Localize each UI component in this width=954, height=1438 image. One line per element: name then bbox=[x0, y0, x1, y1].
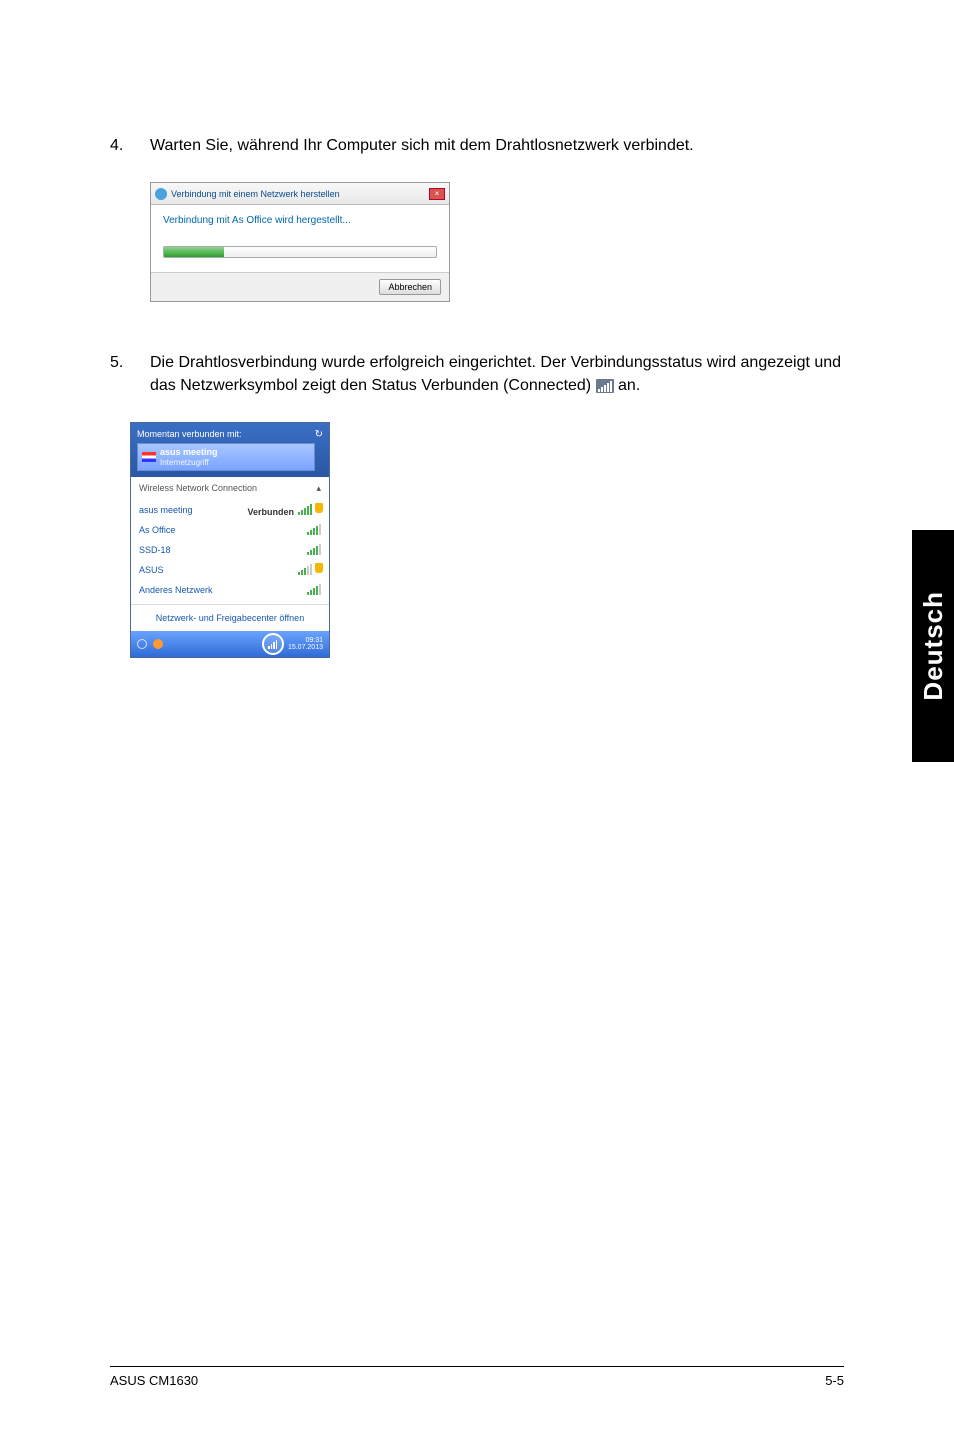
network-item-name: Anderes Netzwerk bbox=[139, 585, 213, 595]
tray-network-icon[interactable] bbox=[262, 633, 284, 655]
progress-fill bbox=[164, 247, 224, 257]
chevron-up-icon: ▴ bbox=[316, 483, 321, 494]
step-5-text-before: Die Drahtlosverbindung wurde erfolgreich… bbox=[150, 354, 841, 393]
flyout-header: Momentan verbunden mit: asus meeting Int… bbox=[131, 423, 329, 477]
signal-connected-icon bbox=[596, 379, 614, 393]
ie-icon[interactable] bbox=[137, 639, 147, 649]
dialog-body: Verbindung mit As Office wird hergestell… bbox=[151, 205, 449, 272]
step-5-text: Die Drahtlosverbindung wurde erfolgreich… bbox=[150, 352, 844, 397]
window-buttons: × bbox=[429, 188, 445, 200]
footer-right: 5-5 bbox=[825, 1373, 844, 1388]
network-item[interactable]: asus meeting Verbunden bbox=[139, 500, 321, 520]
flyout-header-title: Momentan verbunden mit: bbox=[137, 429, 315, 439]
network-item[interactable]: Anderes Netzwerk bbox=[139, 580, 321, 600]
dialog-message: Verbindung mit As Office wird hergestell… bbox=[163, 215, 437, 226]
refresh-icon[interactable]: ↻ bbox=[315, 429, 323, 440]
network-section-heading[interactable]: Wireless Network Connection ▴ bbox=[139, 483, 321, 494]
network-item-name: ASUS bbox=[139, 565, 164, 575]
network-item-name: asus meeting bbox=[139, 505, 193, 515]
progress-bar bbox=[163, 246, 437, 258]
network-item[interactable]: As Office bbox=[139, 520, 321, 540]
current-network-name: asus meeting bbox=[160, 447, 218, 457]
signal-icon bbox=[307, 523, 321, 535]
step-4: 4. Warten Sie, während Ihr Computer sich… bbox=[110, 135, 844, 157]
signal-icon bbox=[307, 583, 321, 595]
network-flyout: Momentan verbunden mit: asus meeting Int… bbox=[130, 422, 330, 658]
network-category-icon bbox=[142, 452, 156, 462]
language-tab: Deutsch bbox=[912, 530, 954, 762]
network-item-name: SSD-18 bbox=[139, 545, 171, 555]
clock-time: 09:31 bbox=[288, 637, 323, 644]
language-label: Deutsch bbox=[918, 591, 949, 701]
dialog-title: Verbindung mit einem Netzwerk herstellen bbox=[171, 189, 340, 199]
page-footer: ASUS CM1630 5-5 bbox=[110, 1366, 844, 1388]
globe-icon bbox=[155, 188, 167, 200]
signal-icon bbox=[298, 563, 321, 575]
footer-left: ASUS CM1630 bbox=[110, 1373, 198, 1388]
cancel-button[interactable]: Abbrechen bbox=[379, 279, 441, 295]
signal-icon bbox=[298, 503, 321, 515]
current-network-sub: Internetzugriff bbox=[160, 458, 218, 467]
clock-date: 15.07.2013 bbox=[288, 644, 323, 651]
current-connection: asus meeting Internetzugriff bbox=[137, 443, 315, 471]
signal-icon bbox=[307, 543, 321, 555]
network-list: asus meeting Verbunden As Office SSD-18 ASUS… bbox=[139, 500, 321, 600]
close-icon[interactable]: × bbox=[429, 188, 445, 200]
step-4-number: 4. bbox=[110, 135, 150, 157]
dialog-titlebar: Verbindung mit einem Netzwerk herstellen… bbox=[151, 183, 449, 205]
shield-icon bbox=[315, 563, 323, 573]
network-item-name: As Office bbox=[139, 525, 175, 535]
step-5: 5. Die Drahtlosverbindung wurde erfolgre… bbox=[110, 352, 844, 397]
network-section-title: Wireless Network Connection bbox=[139, 483, 257, 494]
step-4-text: Warten Sie, während Ihr Computer sich mi… bbox=[150, 135, 844, 157]
shield-icon bbox=[315, 503, 323, 513]
taskbar-clock: 09:31 15.07.2013 bbox=[288, 637, 323, 651]
network-item-state: Verbunden bbox=[247, 507, 294, 517]
network-item[interactable]: ASUS bbox=[139, 560, 321, 580]
network-item[interactable]: SSD-18 bbox=[139, 540, 321, 560]
firefox-icon[interactable] bbox=[153, 639, 163, 649]
page: 4. Warten Sie, während Ihr Computer sich… bbox=[0, 0, 954, 1438]
connection-progress-dialog: Verbindung mit einem Netzwerk herstellen… bbox=[150, 182, 450, 302]
dialog-footer: Abbrechen bbox=[151, 272, 449, 301]
step-5-text-after: an. bbox=[614, 377, 641, 394]
flyout-body: Wireless Network Connection ▴ asus meeti… bbox=[131, 477, 329, 604]
open-network-center-link[interactable]: Netzwerk- und Freigabecenter öffnen bbox=[131, 604, 329, 631]
step-5-number: 5. bbox=[110, 352, 150, 397]
taskbar: 09:31 15.07.2013 bbox=[131, 631, 329, 657]
